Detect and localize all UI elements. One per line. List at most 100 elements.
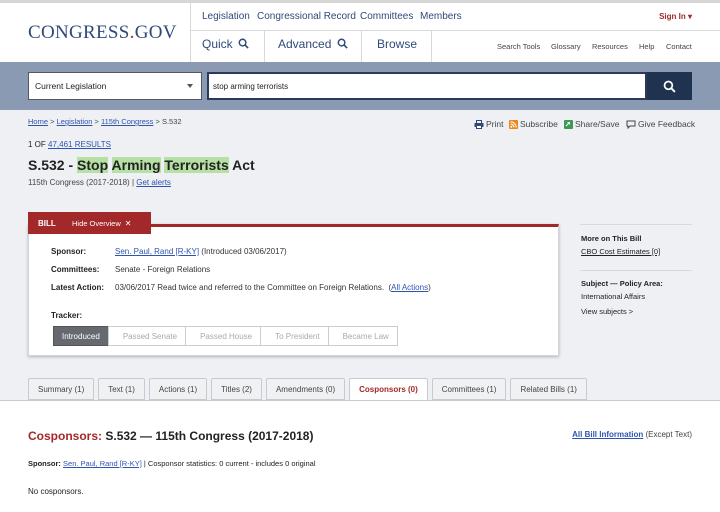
search-icon	[663, 80, 676, 93]
print-button[interactable]: Print	[474, 119, 503, 129]
title-rest: Act	[232, 157, 255, 173]
tracker-label: Tracker:	[51, 311, 83, 320]
cbo-cost-estimates-link[interactable]: CBO Cost Estimates [0]	[581, 247, 660, 256]
chevron-down-icon	[187, 84, 193, 88]
tab-cosponsors[interactable]: Cosponsors (0)	[349, 378, 428, 401]
share-label: Share/Save	[575, 119, 620, 129]
bill-title: S.532 - Stop Arming Terrorists Act	[28, 157, 255, 173]
close-icon[interactable]: ✕	[125, 219, 132, 228]
except-text-note: (Except Text)	[643, 430, 692, 439]
sign-in-link[interactable]: Sign In ▾	[659, 12, 692, 21]
bill-number: S.532 -	[28, 157, 78, 173]
tab-related-bills[interactable]: Related Bills (1)	[510, 378, 587, 400]
breadcrumb-sep: >	[153, 117, 162, 126]
congress-label: 115th Congress (2017-2018)	[28, 178, 130, 187]
paren: )	[428, 283, 431, 292]
tracker-step-passed-senate: Passed Senate	[107, 326, 187, 346]
sponsor-link[interactable]: Sen. Paul, Rand [R-KY]	[115, 247, 199, 256]
tab-titles[interactable]: Titles (2)	[211, 378, 262, 400]
search-icon	[337, 38, 348, 49]
tracker-step-passed-house: Passed House	[185, 326, 262, 346]
printer-icon	[474, 119, 484, 129]
committees-label: Committees:	[51, 265, 100, 274]
tabs-baseline	[0, 400, 720, 401]
title-highlight: Arming	[111, 157, 161, 173]
quick-search-link[interactable]: Quick	[202, 37, 249, 51]
cosponsors-heading-rest: S.532 — 115th Congress (2017-2018)	[102, 429, 314, 443]
congress-line: 115th Congress (2017-2018) | Get alerts	[28, 178, 171, 187]
title-highlight: Stop	[77, 157, 109, 173]
nav-congressional-record[interactable]: Congressional Record	[257, 11, 356, 22]
all-actions-link[interactable]: All Actions	[391, 283, 428, 292]
breadcrumb-sep: >	[48, 117, 57, 126]
nav-help[interactable]: Help	[639, 42, 654, 51]
tab-amendments[interactable]: Amendments (0)	[265, 378, 346, 400]
tab-committees[interactable]: Committees (1)	[431, 378, 507, 400]
hide-overview-button[interactable]: Hide Overview	[72, 219, 121, 228]
advanced-search-link[interactable]: Advanced	[278, 37, 348, 51]
cosponsors-heading-red: Cosponsors:	[28, 429, 103, 443]
header-divider	[190, 3, 191, 62]
result-count: 1 OF 47,461 RESULTS	[28, 140, 111, 149]
share-save-button[interactable]: Share/Save	[564, 119, 619, 129]
search-input[interactable]	[207, 72, 647, 100]
bill-overview-panel: Sponsor: Sen. Paul, Rand [R-KY] (Introdu…	[28, 224, 559, 356]
more-on-bill-heading: More on This Bill	[581, 234, 642, 243]
get-alerts-link[interactable]: Get alerts	[136, 178, 171, 187]
bill-section-tabs: Summary (1) Text (1) Actions (1) Titles …	[28, 378, 591, 401]
search-scope-select[interactable]: Current Legislation	[28, 72, 202, 100]
browse-link[interactable]: Browse	[377, 37, 417, 51]
bill-overview-tab: BILL Hide Overview ✕	[28, 212, 151, 234]
breadcrumb-current: S.532	[161, 117, 182, 126]
side-divider	[580, 224, 692, 225]
nav-committees[interactable]: Committees	[360, 11, 413, 22]
tab-text[interactable]: Text (1)	[98, 378, 145, 400]
bignav-divider	[361, 31, 362, 62]
subscribe-label: Subscribe	[520, 119, 558, 129]
search-icon	[238, 38, 249, 49]
logo-main: CONGRESS	[28, 22, 130, 43]
sponsor-label: Sponsor:	[51, 247, 87, 256]
nav-search-tools[interactable]: Search Tools	[497, 42, 540, 51]
nav-members[interactable]: Members	[420, 11, 462, 22]
bignav-divider	[431, 31, 432, 62]
latest-action-text: 03/06/2017 Read twice and referred to th…	[115, 283, 385, 292]
cosponsor-statistics: | Cosponsor statistics: 0 current - incl…	[141, 459, 316, 468]
result-count-link[interactable]: 47,461 RESULTS	[48, 140, 111, 149]
bignav-divider	[264, 31, 265, 62]
nav-contact[interactable]: Contact	[666, 42, 692, 51]
subscribe-button[interactable]: Subscribe	[509, 119, 558, 129]
nav-resources[interactable]: Resources	[592, 42, 628, 51]
no-cosponsors-message: No cosponsors.	[28, 487, 84, 496]
nav-legislation[interactable]: Legislation	[202, 11, 250, 22]
congress-gov-logo[interactable]: CONGRESS.GOV	[28, 22, 177, 44]
breadcrumb-legislation[interactable]: Legislation	[57, 117, 93, 126]
title-highlight: Terrorists	[164, 157, 229, 173]
speech-bubble-icon	[626, 120, 636, 129]
feedback-label: Give Feedback	[638, 119, 696, 129]
give-feedback-button[interactable]: Give Feedback	[626, 119, 695, 129]
quick-label: Quick	[202, 37, 233, 51]
all-bill-information-link[interactable]: All Bill Information	[572, 430, 643, 439]
search-button[interactable]	[647, 72, 692, 100]
tab-summary[interactable]: Summary (1)	[28, 378, 95, 400]
view-subjects-link[interactable]: View subjects >	[581, 307, 633, 316]
nav-glossary[interactable]: Glossary	[551, 42, 581, 51]
bill-tab-label: BILL	[38, 218, 56, 228]
bill-tracker: Introduced Passed Senate Passed House To…	[53, 326, 398, 346]
search-scope-value: Current Legislation	[35, 81, 107, 91]
sponsor-line-label: Sponsor:	[28, 459, 61, 468]
tab-actions[interactable]: Actions (1)	[148, 378, 208, 400]
tracker-step-became-law: Became Law	[327, 326, 398, 346]
share-icon	[564, 119, 573, 129]
result-prefix: 1 OF	[28, 140, 49, 149]
breadcrumb-home[interactable]: Home	[28, 117, 48, 126]
breadcrumb-sep: >	[92, 117, 101, 126]
all-bill-info: All Bill Information (Except Text)	[572, 430, 692, 439]
committees-value: Senate - Foreign Relations	[115, 265, 211, 274]
breadcrumb: Home > Legislation > 115th Congress > S.…	[28, 117, 182, 126]
print-label: Print	[486, 119, 504, 129]
sponsor-line-link[interactable]: Sen. Paul, Rand [R-KY]	[63, 459, 142, 468]
breadcrumb-congress[interactable]: 115th Congress	[101, 117, 153, 126]
latest-action-value: 03/06/2017 Read twice and referred to th…	[115, 283, 431, 292]
